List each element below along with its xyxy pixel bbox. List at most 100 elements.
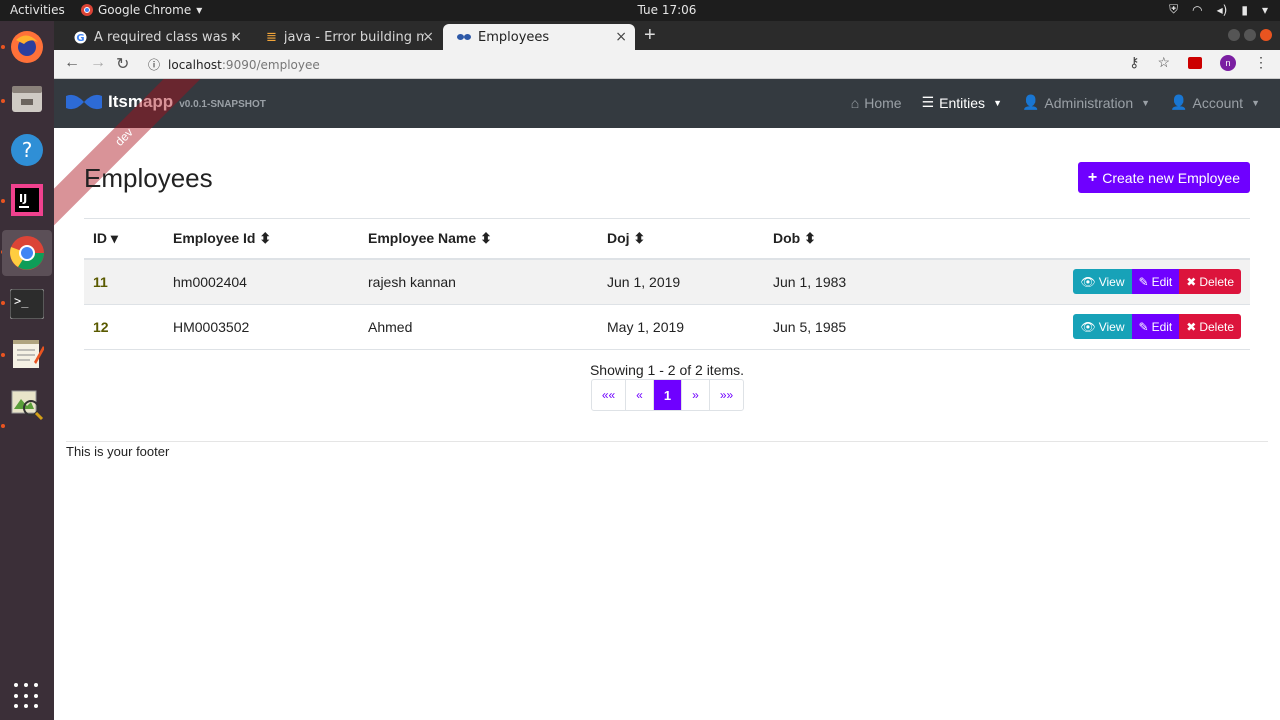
plus-icon: + bbox=[1087, 168, 1098, 186]
tab-title: Employees bbox=[478, 29, 550, 45]
delete-button[interactable]: ✖ Delete bbox=[1179, 269, 1241, 295]
browser-tab-active[interactable]: Employees × bbox=[443, 24, 635, 50]
tab-title: java - Error building mave bbox=[283, 29, 424, 45]
image-viewer-launcher[interactable] bbox=[7, 384, 47, 424]
view-button[interactable]: 👁 View bbox=[1073, 269, 1132, 295]
browser-tab-1[interactable]: G A required class was miss × bbox=[60, 24, 250, 50]
last-page-button[interactable]: »» bbox=[710, 380, 743, 410]
firefox-launcher[interactable] bbox=[7, 27, 47, 67]
current-page-button[interactable]: 1 bbox=[654, 380, 682, 410]
close-icon[interactable]: × bbox=[230, 29, 242, 45]
sort-icon: ⬍ bbox=[804, 230, 816, 246]
table-row: 12 HM0003502 Ahmed May 1, 2019 Jun 5, 19… bbox=[84, 304, 1250, 350]
cell-dob: Jun 5, 1985 bbox=[764, 304, 964, 350]
column-header-employee-name[interactable]: Employee Name ⬍ bbox=[359, 218, 598, 260]
running-indicator bbox=[1, 199, 5, 203]
running-indicator bbox=[1, 301, 5, 305]
extension-icon[interactable] bbox=[1188, 56, 1202, 69]
firefox-icon bbox=[11, 31, 43, 63]
delete-button[interactable]: ✖ Delete bbox=[1179, 314, 1241, 339]
nav-account[interactable]: 👤 Account ▼ bbox=[1170, 94, 1260, 111]
info-icon[interactable]: ⓘ bbox=[148, 56, 160, 73]
running-indicator bbox=[1, 424, 5, 428]
employee-id-link[interactable]: 11 bbox=[93, 274, 108, 290]
first-page-button[interactable]: «« bbox=[592, 380, 626, 410]
help-launcher[interactable]: ? bbox=[7, 130, 47, 170]
brand[interactable]: Itsmapp v0.0.1-SNAPSHOT bbox=[66, 92, 266, 112]
terminal-launcher[interactable]: >_ bbox=[7, 284, 47, 324]
svg-text:?: ? bbox=[22, 138, 33, 162]
column-header-doj[interactable]: Doj ⬍ bbox=[598, 218, 764, 260]
chevron-down-icon: ▾ bbox=[1261, 2, 1268, 17]
url-field[interactable]: ⓘ localhost:9090/employee bbox=[148, 56, 320, 73]
column-header-actions bbox=[964, 218, 1250, 260]
app-navbar: Itsmapp v0.0.1-SNAPSHOT ⌂ Home ☰ Entitie… bbox=[54, 79, 1280, 128]
close-icon[interactable]: × bbox=[615, 29, 627, 45]
svg-text:IJ: IJ bbox=[19, 192, 27, 205]
times-icon: ✖ bbox=[1186, 319, 1197, 334]
system-tray[interactable]: ⛨ ◠ ◂) ▮ ▾ bbox=[1169, 2, 1268, 17]
star-icon[interactable]: ☆ bbox=[1157, 54, 1170, 71]
shield-icon: ⛨ bbox=[1169, 2, 1179, 16]
times-icon: ✖ bbox=[1186, 274, 1197, 289]
logo-icon bbox=[66, 94, 102, 110]
user-plus-icon: 👤 bbox=[1021, 94, 1040, 110]
column-header-employee-id[interactable]: Employee Id ⬍ bbox=[164, 218, 359, 260]
text-editor-icon bbox=[13, 340, 44, 368]
chrome-icon bbox=[10, 236, 44, 270]
cell-doj: May 1, 2019 bbox=[598, 304, 764, 350]
column-header-dob[interactable]: Dob ⬍ bbox=[764, 218, 964, 260]
terminal-icon: >_ bbox=[10, 289, 44, 319]
employee-id-link[interactable]: 12 bbox=[93, 319, 109, 335]
caret-down-icon: ▼ bbox=[993, 97, 1002, 108]
profile-avatar[interactable]: n bbox=[1220, 54, 1236, 71]
files-icon bbox=[12, 86, 42, 112]
nav-administration[interactable]: 👤 Administration ▼ bbox=[1022, 94, 1150, 111]
nav-entities[interactable]: ☰ Entities ▼ bbox=[922, 94, 1002, 111]
clock[interactable]: Tue 17:06 bbox=[0, 3, 1280, 17]
caret-down-icon: ▼ bbox=[1251, 97, 1260, 108]
maximize-button[interactable] bbox=[1244, 29, 1256, 41]
column-header-id[interactable]: ID ▾ bbox=[84, 218, 164, 260]
stackoverflow-icon: ≣ bbox=[266, 29, 277, 45]
new-tab-button[interactable]: + bbox=[644, 24, 656, 47]
minimize-button[interactable] bbox=[1228, 29, 1240, 41]
intellij-icon: IJ bbox=[11, 184, 43, 216]
files-launcher[interactable] bbox=[7, 79, 47, 119]
address-bar: ← → ↻ ⓘ localhost:9090/employee ⚷ ☆ n ⋮ bbox=[54, 50, 1280, 79]
sort-icon: ⬍ bbox=[259, 230, 272, 246]
text-editor-launcher[interactable] bbox=[7, 333, 47, 373]
running-indicator bbox=[1, 353, 5, 357]
volume-icon: ◂) bbox=[1216, 2, 1228, 17]
sort-icon: ⬍ bbox=[633, 230, 646, 246]
reload-icon[interactable]: ↻ bbox=[116, 54, 129, 74]
cell-employee-name: Ahmed bbox=[359, 304, 598, 350]
show-applications-button[interactable] bbox=[14, 683, 40, 709]
cell-employee-id: hm0002404 bbox=[164, 259, 359, 305]
back-icon[interactable]: ← bbox=[64, 54, 80, 72]
intellij-launcher[interactable]: IJ bbox=[7, 180, 47, 220]
close-window-button[interactable] bbox=[1260, 29, 1272, 41]
app-logo-icon bbox=[457, 34, 471, 40]
cell-employee-name: rajesh kannan bbox=[359, 259, 598, 305]
browser-tab-2[interactable]: ≣ java - Error building mave × bbox=[252, 24, 442, 50]
edit-button[interactable]: ✎ Edit bbox=[1131, 314, 1180, 339]
eye-icon: 👁 bbox=[1080, 274, 1096, 289]
list-icon: ☰ bbox=[921, 94, 935, 110]
brand-version: v0.0.1-SNAPSHOT bbox=[179, 98, 266, 110]
forward-icon[interactable]: → bbox=[90, 54, 106, 72]
nav-home[interactable]: ⌂ Home bbox=[851, 94, 902, 111]
window-controls bbox=[1228, 29, 1272, 41]
tab-title: A required class was miss bbox=[94, 29, 234, 45]
next-page-button[interactable]: » bbox=[682, 380, 710, 410]
edit-button[interactable]: ✎ Edit bbox=[1131, 269, 1180, 295]
caret-down-icon: ▼ bbox=[1141, 97, 1151, 108]
prev-page-button[interactable]: « bbox=[626, 380, 654, 410]
close-icon[interactable]: × bbox=[422, 29, 434, 45]
menu-icon[interactable]: ⋮ bbox=[1254, 54, 1268, 71]
view-button[interactable]: 👁 View bbox=[1073, 314, 1132, 339]
chrome-launcher[interactable] bbox=[2, 230, 52, 276]
create-employee-button[interactable]: + Create new Employee bbox=[1077, 162, 1250, 193]
key-icon[interactable]: ⚷ bbox=[1129, 54, 1139, 71]
nav-administration-label: Administration bbox=[1044, 94, 1134, 111]
